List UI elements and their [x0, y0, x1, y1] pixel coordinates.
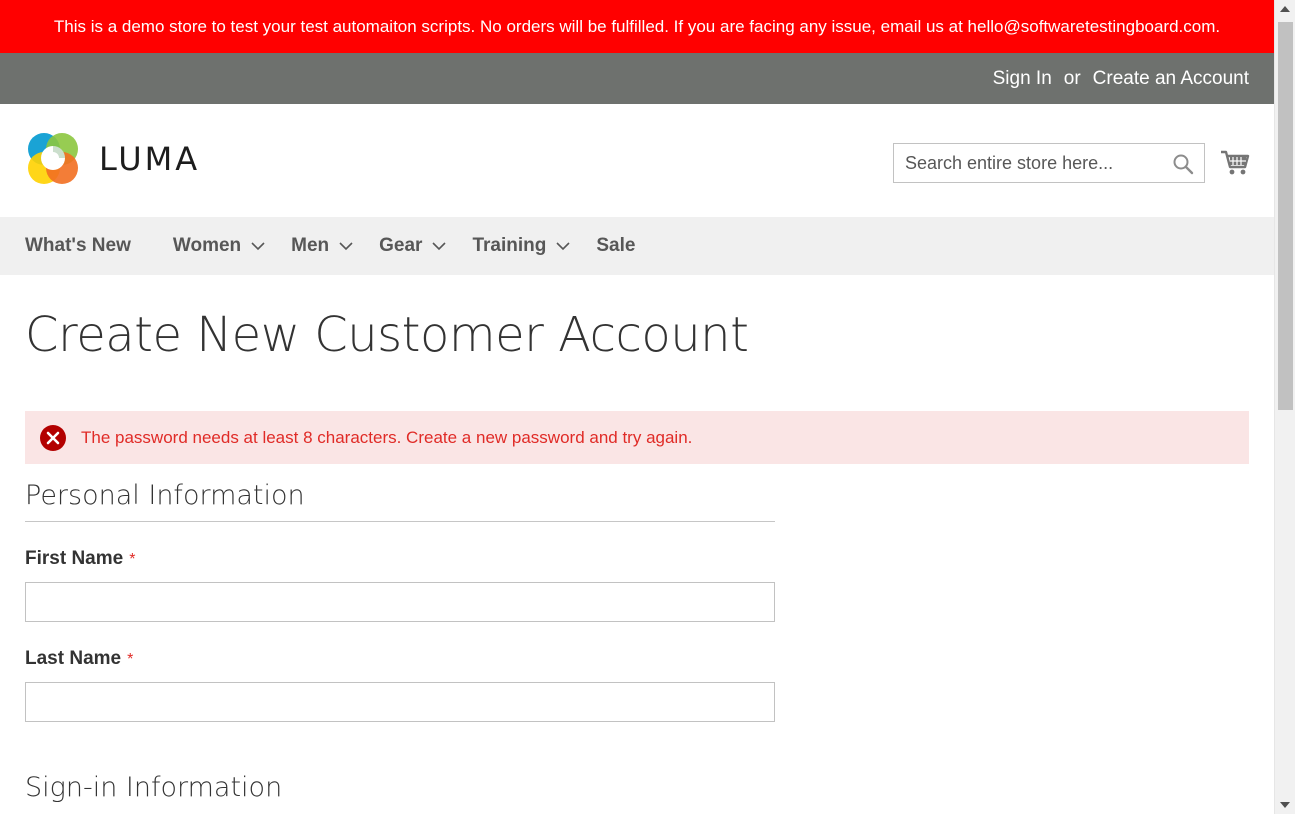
error-message: The password needs at least 8 characters…: [25, 411, 1249, 464]
chevron-down-icon: [339, 241, 353, 250]
panel-header: Sign In or Create an Account: [0, 53, 1274, 104]
nav-item-gear[interactable]: Gear: [379, 235, 447, 257]
luma-logo[interactable]: LUMA: [25, 131, 200, 187]
cart-icon[interactable]: [1220, 147, 1250, 177]
last-name-input[interactable]: [25, 682, 775, 722]
nav-item-sale[interactable]: Sale: [596, 235, 635, 257]
logo-text: LUMA: [99, 140, 201, 178]
nav-item-label: Gear: [379, 235, 423, 256]
demo-banner-text: This is a demo store to test your test a…: [53, 16, 1221, 36]
demo-store-banner: This is a demo store to test your test a…: [0, 0, 1274, 53]
error-icon: [40, 424, 66, 451]
create-account-link[interactable]: Create an Account: [1093, 68, 1249, 90]
nav-item-label: Training: [472, 235, 547, 256]
chevron-down-icon: [432, 241, 447, 250]
main-content: Create New Customer Account The password…: [0, 307, 1274, 803]
page: This is a demo store to test your test a…: [0, 0, 1274, 814]
search-input[interactable]: [894, 144, 1204, 182]
chevron-down-icon: [251, 241, 265, 250]
site-header: LUMA: [0, 104, 1274, 217]
page-title: Create New Customer Account: [25, 307, 749, 363]
nav-item-label: What's New: [25, 235, 131, 256]
scroll-up-arrow-icon[interactable]: [1280, 6, 1290, 12]
main-navigation: What's New Women Men Gear Training Sale: [0, 217, 1274, 275]
nav-item-women[interactable]: Women: [173, 235, 265, 257]
last-name-label-text: Last Name: [25, 648, 122, 669]
nav-item-whats-new[interactable]: What's New: [25, 235, 131, 257]
search-icon[interactable]: [1172, 153, 1194, 175]
nav-item-label: Sale: [596, 235, 636, 256]
personal-information-title: Personal Information: [25, 480, 775, 522]
or-separator: or: [1063, 67, 1081, 89]
first-name-label-text: First Name: [25, 548, 124, 569]
required-asterisk: *: [127, 651, 134, 668]
nav-item-label: Women: [172, 235, 242, 256]
scrollbar-thumb[interactable]: [1278, 22, 1293, 410]
vertical-scrollbar[interactable]: [1274, 0, 1295, 814]
required-asterisk: *: [129, 551, 136, 568]
sign-in-information-title: Sign-in Information: [25, 772, 283, 803]
error-message-text: The password needs at least 8 characters…: [81, 427, 693, 447]
chevron-down-icon: [556, 241, 570, 250]
sign-in-link[interactable]: Sign In: [993, 68, 1052, 90]
nav-item-training[interactable]: Training: [472, 235, 570, 257]
last-name-label: Last Name *: [25, 648, 775, 670]
first-name-input[interactable]: [25, 582, 775, 622]
first-name-label: First Name *: [25, 548, 775, 570]
scroll-down-arrow-icon[interactable]: [1280, 802, 1290, 808]
nav-item-label: Men: [291, 235, 330, 256]
nav-item-men[interactable]: Men: [291, 235, 353, 257]
first-name-field: First Name *: [25, 548, 775, 622]
luma-logo-icon: [28, 133, 78, 184]
last-name-field: Last Name *: [25, 648, 775, 722]
search-box: [893, 143, 1205, 183]
